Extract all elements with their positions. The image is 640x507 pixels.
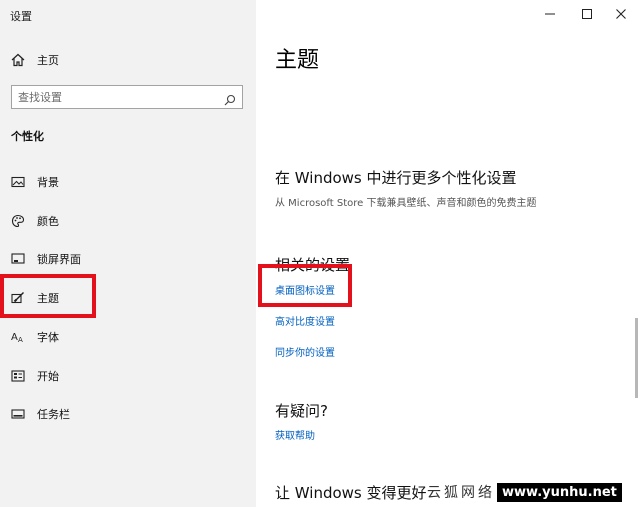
- sidebar-item-home[interactable]: 主页: [0, 43, 256, 77]
- taskbar-icon: [11, 407, 25, 421]
- highlight-box-themes: [0, 274, 96, 318]
- sidebar: 设置 主页 个性化 背景 颜色 锁屏界面 主题: [0, 0, 256, 507]
- watermark: 云狐网络 www.yunhu.net: [427, 480, 622, 504]
- sidebar-item-start[interactable]: 开始: [0, 359, 256, 393]
- lock-screen-icon: [11, 252, 25, 266]
- minimize-icon[interactable]: [536, 4, 564, 24]
- improve-windows-heading: 让 Windows 变得更好: [275, 484, 427, 502]
- close-icon[interactable]: [607, 4, 635, 24]
- font-icon: AA: [11, 330, 25, 344]
- search-input[interactable]: [18, 88, 214, 106]
- page-title: 主题: [275, 48, 320, 73]
- watermark-url: www.yunhu.net: [497, 482, 622, 502]
- sidebar-item-label: 开始: [37, 370, 59, 383]
- start-icon: [11, 369, 25, 383]
- palette-icon: [11, 214, 25, 228]
- high-contrast-settings-link[interactable]: 高对比度设置: [275, 313, 335, 328]
- sidebar-item-label: 字体: [37, 331, 59, 344]
- sidebar-item-colors[interactable]: 颜色: [0, 204, 256, 238]
- sidebar-item-home-label: 主页: [37, 54, 59, 67]
- sidebar-item-label: 任务栏: [37, 408, 70, 421]
- question-heading: 有疑问?: [275, 402, 328, 420]
- sidebar-item-label: 背景: [37, 176, 59, 189]
- sidebar-item-taskbar[interactable]: 任务栏: [0, 397, 256, 431]
- search-icon[interactable]: [224, 91, 236, 106]
- picture-icon: [11, 175, 25, 189]
- scrollbar[interactable]: [635, 318, 638, 398]
- get-help-link[interactable]: 获取帮助: [275, 427, 315, 442]
- sidebar-item-background[interactable]: 背景: [0, 165, 256, 199]
- app-title: 设置: [10, 10, 32, 23]
- watermark-text: 云狐网络: [427, 485, 495, 501]
- more-personalization-heading: 在 Windows 中进行更多个性化设置: [275, 169, 517, 187]
- home-icon: [11, 53, 25, 67]
- svg-text:A: A: [11, 332, 18, 343]
- search-box: [11, 85, 243, 109]
- sync-settings-link[interactable]: 同步你的设置: [275, 344, 335, 359]
- sidebar-item-lock-screen[interactable]: 锁屏界面: [0, 242, 256, 276]
- sidebar-item-label: 锁屏界面: [37, 253, 81, 266]
- section-label: 个性化: [11, 130, 44, 143]
- more-personalization-desc: 从 Microsoft Store 下载兼具壁纸、声音和颜色的免费主题: [275, 198, 537, 209]
- highlight-box-desktop-icons: [258, 264, 352, 307]
- maximize-icon[interactable]: [573, 4, 601, 24]
- svg-text:A: A: [18, 336, 23, 344]
- sidebar-item-fonts[interactable]: AA 字体: [0, 320, 256, 354]
- sidebar-item-label: 颜色: [37, 215, 59, 228]
